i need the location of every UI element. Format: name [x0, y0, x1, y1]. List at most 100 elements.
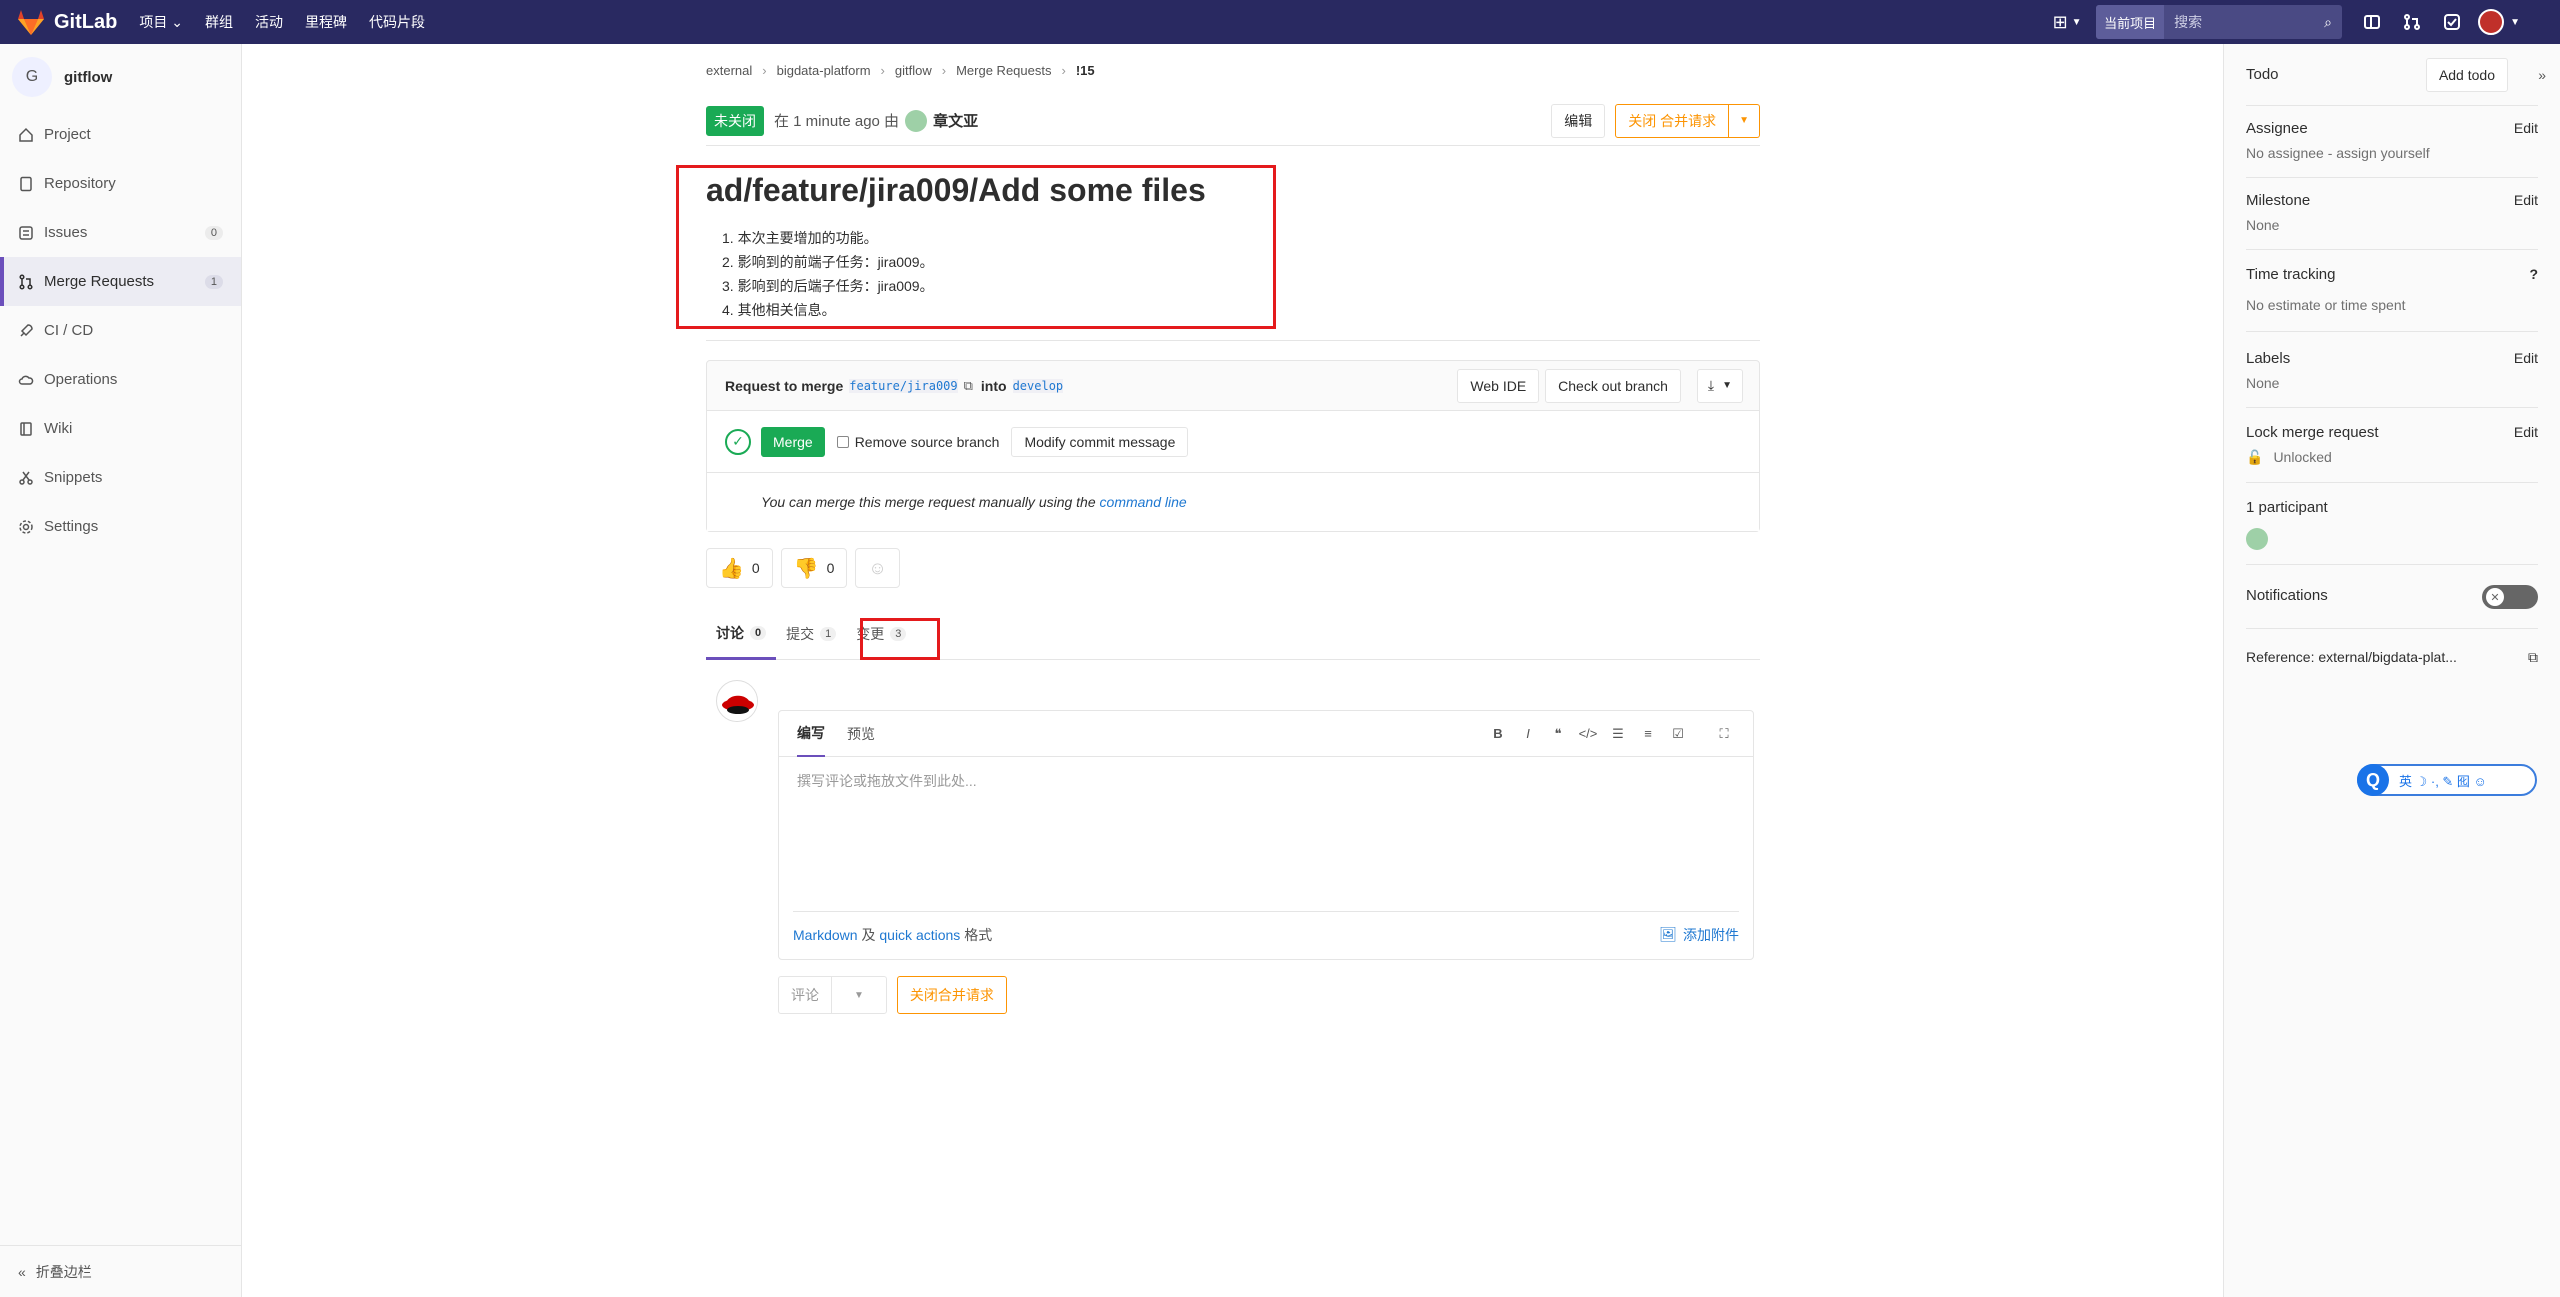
target-branch[interactable]: develop [1012, 378, 1064, 393]
comment-type-dropdown[interactable]: ▼ [831, 977, 886, 1013]
collapse-sidebar-button[interactable]: « 折叠边栏 [0, 1245, 242, 1297]
lock-edit-link[interactable]: Edit [2514, 424, 2538, 440]
task-list-icon[interactable]: ☑ [1663, 726, 1693, 742]
breadcrumb-item[interactable]: !15 [1076, 63, 1095, 78]
quote-icon[interactable]: ❝ [1543, 726, 1573, 742]
download-icon: ⤓ [1707, 377, 1715, 393]
question-circle-icon[interactable]: ? [2529, 266, 2538, 282]
author-avatar[interactable] [905, 109, 928, 132]
project-header[interactable]: G gitflow [0, 44, 241, 110]
comment-textarea[interactable]: 撰写评论或拖放文件到此处... [779, 757, 1753, 911]
sidebar-item-issues[interactable]: Issues 0 [0, 208, 241, 257]
bold-icon[interactable]: B [1483, 726, 1513, 742]
milestone-title: Milestone [2246, 192, 2311, 209]
todos-icon[interactable] [2432, 0, 2472, 44]
double-chevron-right-icon[interactable]: » [2538, 67, 2546, 83]
gitlab-logo[interactable]: GitLab [16, 8, 117, 36]
preview-tab[interactable]: 预览 [847, 711, 875, 757]
close-mr-button[interactable]: 关闭 合并请求 [1615, 103, 1730, 138]
thumbs-up-button[interactable]: 👍 0 [706, 548, 773, 588]
thumbs-down-button[interactable]: 👎 0 [780, 548, 848, 588]
nav-groups[interactable]: 群组 [205, 12, 233, 32]
assignee-value[interactable]: No assignee - assign yourself [2246, 145, 2538, 161]
check-circle-icon: ✓ [725, 428, 751, 455]
sidebar-item-wiki[interactable]: Wiki [0, 404, 241, 453]
close-mr-bottom-button[interactable]: 关闭合并请求 [896, 976, 1007, 1014]
into-text: into [980, 377, 1007, 394]
web-ide-button[interactable]: Web IDE [1457, 368, 1540, 403]
edit-button[interactable]: 编辑 [1551, 103, 1606, 138]
new-dropdown-button[interactable]: ⊞ ▼ [2048, 9, 2086, 35]
tab-commits[interactable]: 提交 1 [776, 608, 846, 660]
breadcrumb-item[interactable]: gitflow [895, 63, 932, 78]
modify-commit-button[interactable]: Modify commit message [1011, 426, 1189, 457]
nav-snippets[interactable]: 代码片段 [369, 12, 425, 32]
search-scope[interactable]: 当前项目 [2096, 5, 2165, 39]
sidebar-toggle-icon[interactable] [2352, 0, 2392, 44]
markdown-link[interactable]: Markdown [793, 927, 858, 943]
user-avatar[interactable] [2478, 9, 2505, 35]
nav-milestones[interactable]: 里程碑 [305, 12, 347, 32]
sidebar-item-snippets[interactable]: Snippets [0, 453, 241, 502]
ime-toolbar-icons[interactable]: 英 ☽ ·, ✎ 囮 ☺ [2399, 771, 2487, 790]
sidebar-item-settings[interactable]: Settings [0, 502, 241, 551]
nav-projects[interactable]: 项目 ⌄ [139, 12, 183, 32]
comment-button[interactable]: 评论 [779, 977, 831, 1013]
fullscreen-icon[interactable]: ⛶ [1709, 726, 1739, 742]
write-tab[interactable]: 编写 [797, 711, 825, 757]
search-box[interactable]: 当前项目 搜索 ⌕ [2096, 5, 2343, 39]
tab-label: 讨论 [716, 624, 744, 641]
assignee-edit-link[interactable]: Edit [2514, 120, 2538, 136]
sidebar-item-merge-requests[interactable]: Merge Requests 1 [0, 257, 241, 306]
code-icon[interactable]: </> [1573, 726, 1603, 742]
close-mr-dropdown[interactable]: ▼ [1729, 103, 1760, 138]
checkout-branch-button[interactable]: Check out branch [1545, 368, 1681, 403]
sidebar-item-label: CI / CD [44, 322, 94, 339]
sidebar-item-label: Wiki [44, 420, 73, 437]
copy-icon[interactable]: ⧉ [964, 378, 973, 394]
italic-icon[interactable]: I [1513, 726, 1543, 742]
tab-discussion[interactable]: 讨论 0 [706, 608, 777, 660]
brand-name: GitLab [54, 10, 118, 33]
merge-button[interactable]: Merge [761, 426, 825, 457]
breadcrumb-item[interactable]: external [706, 63, 752, 78]
search-icon[interactable]: Q [2357, 764, 2389, 796]
bullet-list-icon[interactable]: ☰ [1603, 726, 1633, 742]
add-reaction-button[interactable]: ☺ [855, 548, 900, 588]
merge-requests-nav-icon[interactable] [2392, 0, 2432, 44]
add-todo-button[interactable]: Add todo [2425, 57, 2508, 92]
download-dropdown[interactable]: ⤓ ▼ [1696, 368, 1743, 403]
notifications-toggle[interactable]: ✕ [2482, 585, 2538, 609]
description-item: 3. 影响到的后端子任务：jira009。 [722, 278, 934, 294]
sidebar-item-ci-cd[interactable]: CI / CD [0, 306, 241, 355]
participant-avatar[interactable] [2246, 528, 2268, 550]
breadcrumb-item[interactable]: bigdata-platform [777, 63, 871, 78]
remove-source-branch-checkbox[interactable]: Remove source branch [836, 434, 999, 450]
search-icon: ⌕ [2324, 13, 2333, 30]
labels-edit-link[interactable]: Edit [2514, 350, 2538, 366]
ime-toolbar[interactable]: Q 英 ☽ ·, ✎ 囮 ☺ [2357, 764, 2537, 796]
nav-activity[interactable]: 活动 [255, 12, 283, 32]
chevron-down-icon: ▼ [854, 989, 864, 1001]
search-input[interactable]: 搜索 [2164, 12, 2314, 32]
milestone-edit-link[interactable]: Edit [2514, 192, 2538, 208]
checkbox[interactable] [836, 435, 849, 448]
sidebar-item-operations[interactable]: Operations [0, 355, 241, 404]
sidebar-item-label: Operations [44, 371, 118, 388]
top-navbar: GitLab 项目 ⌄ 群组 活动 里程碑 代码片段 ⊞ ▼ 当前项目 搜索 ⌕… [0, 0, 2560, 44]
assignee-title: Assignee [2246, 120, 2308, 137]
copy-icon[interactable]: ⧉ [2528, 649, 2538, 666]
sidebar-item-repository[interactable]: Repository [0, 159, 241, 208]
merge-request-icon [19, 273, 33, 290]
commenter-avatar[interactable] [716, 680, 758, 722]
breadcrumb-item[interactable]: Merge Requests [956, 63, 1051, 78]
quick-actions-link[interactable]: quick actions [879, 927, 960, 943]
numbered-list-icon[interactable]: ≡ [1633, 726, 1663, 742]
award-emoji-bar: 👍 0 👎 0 ☺ [706, 548, 908, 588]
sidebar-item-label: Repository [44, 175, 116, 192]
author-name[interactable]: 章文亚 [933, 110, 978, 131]
source-branch[interactable]: feature/jira009 [849, 378, 958, 393]
sidebar-item-project[interactable]: Project [0, 110, 241, 159]
command-line-link[interactable]: command line [1100, 494, 1187, 510]
attach-file-button[interactable]: 🖼 添加附件 [1659, 925, 1739, 945]
